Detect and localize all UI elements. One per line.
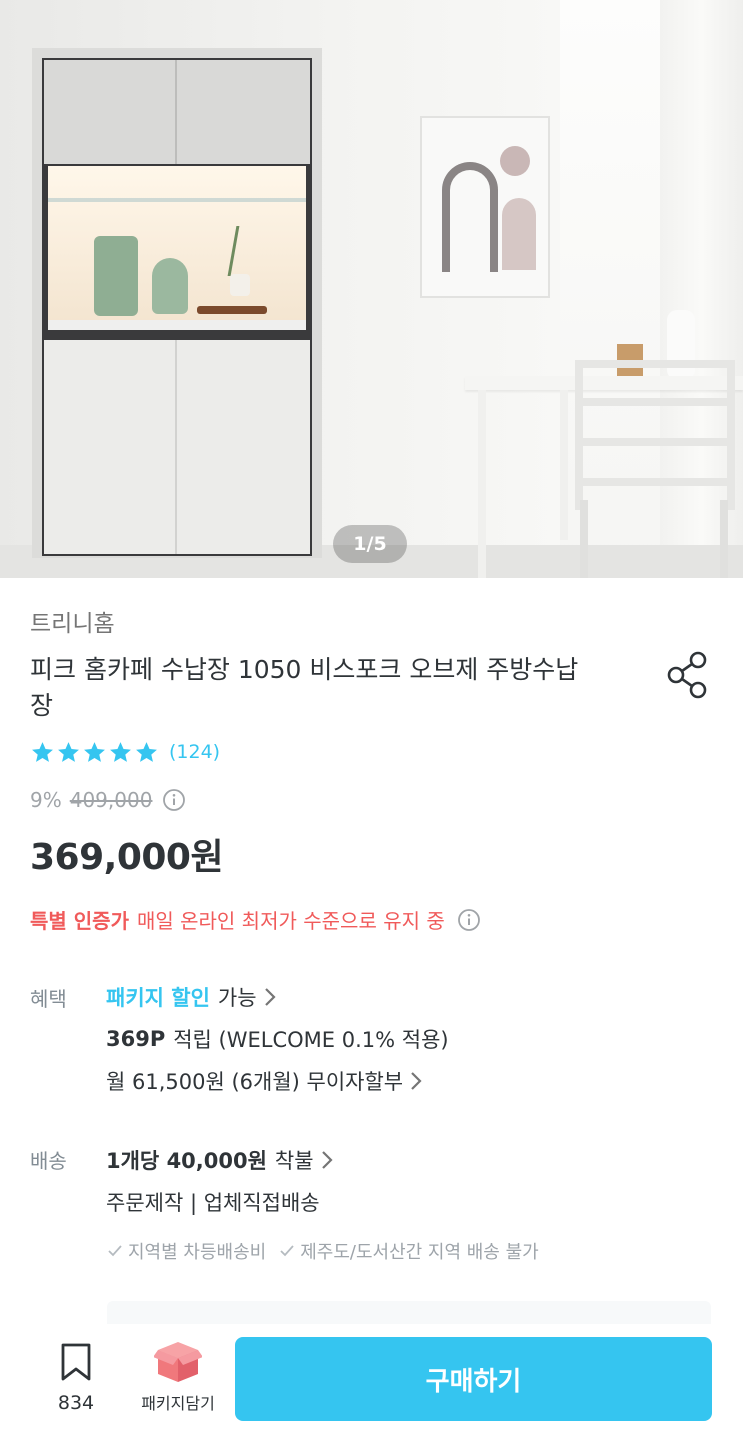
benefits-label: 혜택 xyxy=(30,987,67,1011)
buy-button[interactable]: 구매하기 xyxy=(235,1337,712,1421)
star-icon xyxy=(84,741,105,762)
chevron-right-icon xyxy=(321,1151,333,1169)
special-price-text: 매일 온라인 최저가 수준으로 유지 중 xyxy=(136,909,445,933)
shipping-label: 배송 xyxy=(30,1149,67,1173)
special-price-label: 특별 인증가 xyxy=(30,909,129,933)
image-coffee-machine xyxy=(94,236,138,316)
star-icon xyxy=(110,741,131,762)
special-price-notice: 특별 인증가 매일 온라인 최저가 수준으로 유지 중 xyxy=(30,905,481,934)
bookmark-button[interactable]: 834 xyxy=(44,1340,108,1420)
chevron-right-icon xyxy=(264,988,276,1006)
bookmark-count: 834 xyxy=(57,1392,95,1414)
package-label: 패키지담기 xyxy=(141,1394,215,1413)
shipping-note: 제주도/도서산간 지역 배송 불가 xyxy=(300,1242,539,1263)
star-rating xyxy=(30,740,159,765)
star-icon xyxy=(136,741,157,762)
sale-price: 369,000원 xyxy=(30,837,224,878)
check-icon xyxy=(108,1245,122,1257)
discount-line: 9% 409,000 xyxy=(30,788,186,812)
points-info: 369P 적립 (WELCOME 0.1% 적용) xyxy=(106,1027,449,1052)
shipping-notes: 지역별 차등배송비 제주도/도서산간 지역 배송 불가 xyxy=(106,1238,539,1264)
add-to-package-button[interactable]: 패키지담기 xyxy=(128,1338,228,1422)
shipping-fee: 1개당 40,000원 xyxy=(106,1149,267,1173)
image-page-indicator: 1/5 xyxy=(333,525,407,563)
shipping-note: 지역별 차등배송비 xyxy=(128,1242,267,1263)
installment-text: 월 61,500원 (6개월) 무이자할부 xyxy=(106,1070,404,1094)
original-price: 409,000 xyxy=(69,788,153,812)
package-box-icon xyxy=(154,1342,202,1382)
rating-summary[interactable]: (124) xyxy=(30,738,220,766)
image-cabinet xyxy=(42,58,312,556)
info-icon[interactable] xyxy=(457,908,481,932)
review-count: (124) xyxy=(169,741,221,763)
star-icon xyxy=(32,741,53,762)
image-chair xyxy=(575,360,735,510)
chevron-right-icon xyxy=(411,1072,422,1090)
check-icon xyxy=(280,1245,294,1257)
image-wall-art xyxy=(420,116,550,298)
shipping-fee-link[interactable]: 1개당 40,000원 착불 xyxy=(106,1145,334,1175)
share-icon xyxy=(667,651,707,699)
product-title: 피크 홈카페 수납장 1050 비스포크 오브제 주방수납장 xyxy=(30,655,579,720)
bookmark-icon xyxy=(61,1343,91,1381)
discount-rate: 9% xyxy=(30,788,62,812)
star-icon xyxy=(58,741,79,762)
package-discount-link[interactable]: 패키지 할인 가능 xyxy=(106,982,277,1012)
product-image-carousel[interactable]: 1/5 xyxy=(0,0,743,578)
image-kettle xyxy=(152,258,188,314)
points-amount: 369P xyxy=(106,1027,166,1051)
brand-name[interactable]: 트리니홈 xyxy=(30,604,115,638)
package-discount-label: 패키지 할인 xyxy=(106,986,210,1010)
share-button[interactable] xyxy=(665,650,711,700)
info-icon[interactable] xyxy=(162,788,186,812)
shipping-method: 주문제작 | 업체직접배송 xyxy=(106,1191,320,1215)
installment-link[interactable]: 월 61,500원 (6개월) 무이자할부 xyxy=(106,1066,423,1096)
